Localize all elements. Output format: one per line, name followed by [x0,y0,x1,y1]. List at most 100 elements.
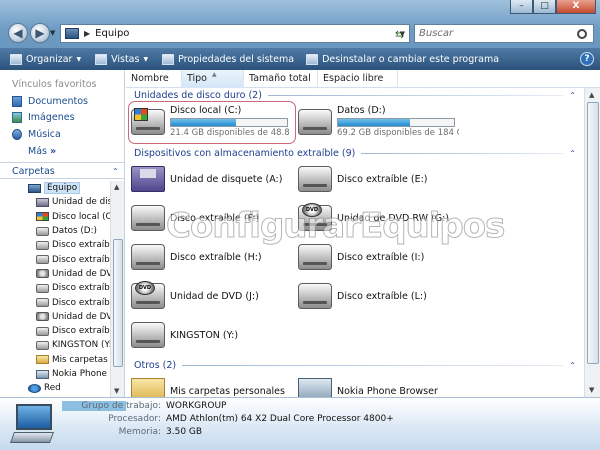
removable-drive-tile[interactable]: DVD Unidad de DVD (J:) [131,281,259,309]
other-location-tile[interactable]: Nokia Phone Browser [298,378,438,397]
column-free-space[interactable]: Espacio libre [318,70,398,88]
double-chevron-icon: » [50,146,57,157]
favorite-music[interactable]: Música [12,129,61,140]
collapse-chevron-icon[interactable]: ⌃ [569,361,576,370]
other-location-tile[interactable]: Mis carpetas personales [131,378,285,397]
content-pane: Nombre Tipo Tamaño total Espacio libre ▲… [126,70,600,397]
drive-tile[interactable]: Datos (D:) 69.2 GB disponibles de 184 GB [298,105,459,138]
collapse-chevron-icon[interactable]: ⌃ [569,149,576,158]
dvd-icon: DVD [131,281,165,309]
group-others[interactable]: Otros (2) ⌃ [134,360,576,371]
views-button[interactable]: Vistas ▼ [95,53,148,65]
group-removable-label: Dispositivos con almacenamiento extraíbl… [134,148,356,159]
dvd-icon: DVD [298,203,332,231]
removable-drive-tile[interactable]: DVD Unidad de DVD RW (G:) [298,203,449,231]
tree-item[interactable]: Unidad de DVD (J:) [0,310,110,324]
tree-item[interactable]: Datos (D:) [0,224,110,238]
scroll-up-icon[interactable]: ▲ [589,91,594,99]
removable-drive-tile[interactable]: Disco extraíble (E:) [298,166,428,192]
help-button[interactable]: ? [580,52,594,66]
search-icon[interactable] [577,28,587,39]
back-button[interactable]: ◀ [8,23,28,43]
tree-item[interactable]: Mis carpetas personales [0,353,110,367]
more-links[interactable]: Más » [28,146,56,157]
tree-item[interactable]: Disco local (C:) [0,210,110,224]
removable-drive-tile[interactable]: Disco extraíble (F:) [131,205,259,231]
chevron-up-icon[interactable]: ⌃ [112,167,119,176]
tree-item[interactable]: Disco extraíble (H:) [0,281,110,295]
column-total-size[interactable]: Tamaño total [244,70,318,88]
group-removable[interactable]: Dispositivos con almacenamiento extraíbl… [134,148,576,159]
maximize-button[interactable]: □ [533,0,556,14]
tree-item[interactable]: Unidad de DVD RW (G:) [0,267,110,281]
scroll-down-icon[interactable]: ▼ [114,387,119,395]
disk-icon [298,244,332,270]
address-bar[interactable]: ▶ Equipo ▼ [60,24,410,43]
scrollbar-thumb[interactable] [587,102,599,364]
tree-item[interactable]: Red [0,381,110,395]
group-hard-drives[interactable]: Unidades de disco duro (2) ⌃ [134,90,576,101]
content-scrollbar[interactable]: ▲ ▼ [584,88,600,397]
title-bar: – □ X ◀ ▶ ▼ ▶ Equipo ▼ ⇆ Buscar [0,0,600,48]
collapse-chevron-icon[interactable]: ⌃ [569,91,576,100]
tree-item[interactable]: Nokia Phone Browser [0,367,110,381]
removable-drive-tile[interactable]: KINGSTON (Y:) [131,322,238,348]
disk-icon [131,205,165,231]
tree-item[interactable]: Disco extraíble (L:) [0,324,110,338]
folder-tree-scrollbar[interactable]: ▲ ▼ [110,181,124,397]
details-row-workgroup: Grupo de trabajo: WORKGROUP [0,401,226,411]
uninstall-program-button[interactable]: Desinstalar o cambiar este programa [306,53,499,65]
drive-name: Unidad de disquete (A:) [170,173,283,185]
group-hard-drives-label: Unidades de disco duro (2) [134,90,262,101]
organize-icon [10,53,22,65]
drive-usage-bar [337,118,455,127]
scroll-up-icon[interactable]: ▲ [114,183,119,191]
tree-item-label: Equipo [44,182,81,195]
drive-usage-fill [338,119,410,126]
scroll-down-icon[interactable]: ▼ [589,386,594,394]
favorite-links-header: Vínculos favoritos [12,79,97,90]
tree-item[interactable]: Disco extraíble (I:) [0,295,110,309]
drive-name: Disco extraíble (F:) [170,212,260,224]
favorite-images[interactable]: Imágenes [12,112,75,123]
removable-drive-tile[interactable]: Disco extraíble (L:) [298,283,427,309]
search-box[interactable]: Buscar [414,24,594,43]
recent-pages-dropdown-icon[interactable]: ▼ [50,29,55,37]
address-text[interactable]: Equipo [95,28,399,39]
tree-item-label: Red [44,383,61,394]
disk-icon [298,108,332,135]
favorite-documents[interactable]: Documentos [12,96,88,107]
system-properties-button[interactable]: Propiedades del sistema [162,53,294,65]
divider [0,178,124,179]
tree-item-label: Mis carpetas personales [52,354,110,365]
details-row-memory: Memoria: 3.50 GB [0,427,202,437]
column-name[interactable]: Nombre [126,70,182,88]
floppy-icon [131,166,165,192]
disk-icon [36,283,49,293]
scrollbar-thumb[interactable] [113,239,123,367]
drive-name: KINGSTON (Y:) [170,329,239,341]
tree-item[interactable]: KINGSTON (Y:) [0,338,110,352]
drive-name: Disco extraíble (E:) [337,173,428,185]
breadcrumb-arrow-icon[interactable]: ▶ [84,29,90,38]
tree-item[interactable]: Equipo [0,181,110,195]
disk-icon [36,226,49,236]
search-input[interactable]: Buscar [419,28,577,39]
tree-item[interactable]: Unidad de disquete [0,195,110,209]
detail-value: WORKGROUP [166,401,227,411]
views-label: Vistas [111,53,140,65]
folders-header[interactable]: Carpetas [12,166,55,177]
divider [361,153,564,154]
organize-button[interactable]: Organizar ▼ [10,53,81,65]
tree-item[interactable]: Disco extraíble (E:) [0,238,110,252]
removable-drive-tile[interactable]: Unidad de disquete (A:) [131,166,282,192]
removable-drive-tile[interactable]: Disco extraíble (H:) [131,244,262,270]
sort-arrow-icon: ▲ [212,71,217,78]
close-button[interactable]: X [556,0,596,14]
drive-name: Disco extraíble (H:) [170,251,262,263]
removable-drive-tile[interactable]: Disco extraíble (I:) [298,244,424,270]
refresh-icon[interactable]: ⇆ [395,28,404,41]
minimize-button[interactable]: – [510,0,533,14]
tree-item[interactable]: Disco extraíble (F:) [0,252,110,266]
forward-button[interactable]: ▶ [30,23,50,43]
